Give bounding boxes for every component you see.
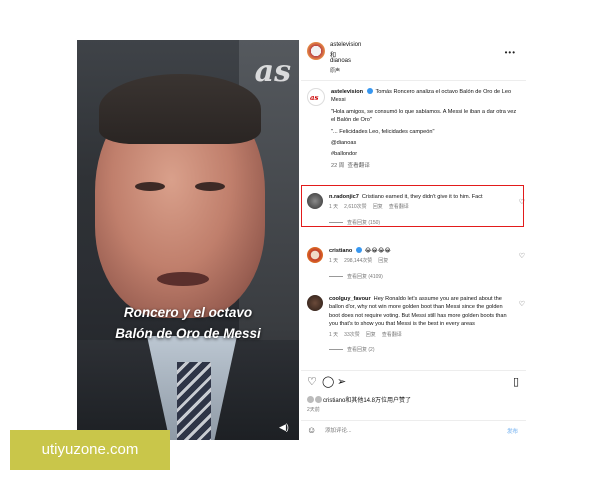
comment-likes[interactable]: 298,144次赞 bbox=[344, 258, 372, 264]
video-caption-line-2: Balón de Oro de Messi bbox=[115, 326, 261, 341]
site-watermark: utiyuzone.com bbox=[10, 430, 170, 470]
comment-avatar[interactable] bbox=[307, 295, 323, 311]
view-replies-button[interactable]: 查看回复 (4109) bbox=[329, 273, 509, 281]
comment-time: 1 天 bbox=[329, 258, 339, 265]
post-panel: astelevision 和 dianoas 原声 ••• astelevisi… bbox=[301, 40, 526, 440]
send-icon[interactable]: ➢ bbox=[337, 375, 346, 388]
comment-reply-button[interactable]: 回复 bbox=[366, 332, 376, 338]
volume-icon[interactable]: ◀) bbox=[279, 422, 289, 432]
comment-username[interactable]: cristiano bbox=[329, 248, 352, 254]
comment-heart-icon[interactable]: ♡ bbox=[519, 300, 525, 308]
verified-icon bbox=[356, 247, 363, 253]
caption-username[interactable]: astelevision bbox=[331, 89, 363, 95]
comment-likes[interactable]: 33次赞 bbox=[344, 332, 360, 338]
presenter-eye-left bbox=[135, 182, 165, 191]
comment-heart-icon[interactable]: ♡ bbox=[519, 252, 525, 260]
caption-avatar[interactable] bbox=[307, 88, 325, 106]
action-bar: ♡ ◯ ➢ ▯ bbox=[307, 375, 519, 389]
header-collaborator[interactable]: dianoas bbox=[330, 58, 351, 64]
post-time: 2天前 bbox=[307, 407, 320, 413]
caption-mention[interactable]: @dianoas bbox=[331, 139, 519, 147]
bookmark-icon[interactable]: ▯ bbox=[513, 375, 519, 388]
likes-summary[interactable]: cristiano和其他14.8万位用户赞了 bbox=[307, 395, 411, 404]
presenter-mouth bbox=[157, 272, 209, 286]
caption-see-translation[interactable]: 查看翻译 bbox=[347, 163, 369, 169]
comment-bar: ☺ 发布 bbox=[301, 420, 526, 440]
caption-quote-2: "... Felicidades Leo, felicidades campeó… bbox=[331, 128, 435, 135]
comment-translate-button[interactable]: 查看翻译 bbox=[382, 332, 402, 338]
caption-quote: "Hola amigos, se consumó lo que sabíamos… bbox=[331, 108, 517, 124]
as-logo: as bbox=[254, 54, 291, 89]
video-caption: Roncero y el octavo Balón de Oro de Mess… bbox=[77, 302, 299, 344]
highlighted-comment-box bbox=[301, 185, 524, 227]
post-comment-button[interactable]: 发布 bbox=[507, 427, 518, 435]
video-caption-line-1: Roncero y el octavo bbox=[123, 305, 253, 320]
reel-video[interactable]: as Roncero y el octavo Balón de Oro de M… bbox=[77, 40, 299, 440]
likes-text[interactable]: cristiano和其他14.8万位用户赞了 bbox=[323, 398, 411, 404]
post-caption: astelevision Tomás Roncero analiza el oc… bbox=[331, 88, 519, 173]
emoji-icon[interactable]: ☺ bbox=[307, 425, 316, 435]
comment-time: 1 天 bbox=[329, 331, 339, 338]
more-icon[interactable]: ••• bbox=[505, 48, 516, 57]
presenter-tie bbox=[177, 362, 211, 440]
header-divider bbox=[301, 80, 526, 81]
actions-divider bbox=[301, 370, 526, 371]
liker-avatar bbox=[315, 396, 322, 403]
header-audio[interactable]: 原声 bbox=[330, 67, 340, 74]
liker-avatar bbox=[307, 396, 314, 403]
caption-time: 22 周 bbox=[331, 162, 345, 169]
presenter-hair bbox=[99, 74, 261, 144]
comment-text: 😂😂😂😂 bbox=[364, 248, 392, 254]
caption-hashtag[interactable]: #ballondor bbox=[331, 150, 519, 158]
comment-username[interactable]: coolguy_favour bbox=[329, 296, 371, 302]
comment-reply-button[interactable]: 回复 bbox=[378, 258, 388, 264]
view-replies-button[interactable]: 查看回复 (2) bbox=[329, 346, 509, 354]
header-avatar[interactable] bbox=[307, 42, 325, 60]
heart-icon[interactable]: ♡ bbox=[307, 375, 317, 388]
comment-input[interactable] bbox=[325, 425, 475, 436]
comment-avatar[interactable] bbox=[307, 247, 323, 263]
header-username[interactable]: astelevision bbox=[330, 42, 361, 48]
comment-icon[interactable]: ◯ bbox=[322, 375, 334, 388]
presenter-eye-right bbox=[195, 182, 225, 191]
verified-icon bbox=[367, 88, 374, 94]
